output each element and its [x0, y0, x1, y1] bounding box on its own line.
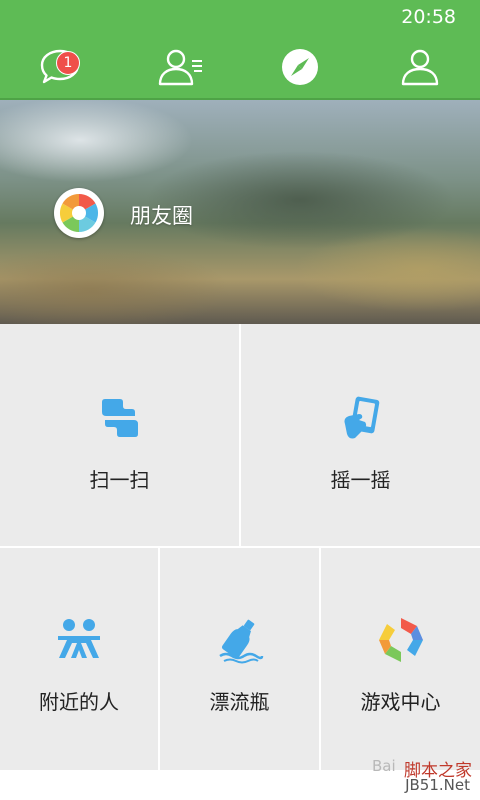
tile-divider [319, 548, 321, 770]
compass-icon [282, 49, 318, 85]
tile-divider [239, 324, 241, 546]
scan-tile[interactable]: 扫一扫 [0, 324, 239, 546]
people-nearby-icon [58, 619, 100, 658]
feature-row-1: 扫一扫 摇一摇 [0, 324, 480, 546]
moments-label: 朋友圈 [130, 204, 193, 228]
profile-icon [401, 49, 439, 86]
tab-discover[interactable] [240, 36, 360, 98]
nearby-tile[interactable]: 附近的人 [0, 548, 158, 770]
shake-label: 摇一摇 [330, 468, 391, 492]
scan-icon [101, 399, 138, 437]
shake-tile[interactable]: 摇一摇 [241, 324, 480, 546]
games-tile[interactable]: 游戏中心 [321, 548, 480, 770]
status-bar: 20:58 [0, 0, 480, 36]
bottle-tile[interactable]: 漂流瓶 [160, 548, 319, 770]
baidu-watermark: Bai [372, 757, 396, 775]
game-center-icon [378, 618, 423, 662]
bottle-label: 漂流瓶 [209, 690, 270, 714]
moments-banner[interactable]: 朋友圈 [0, 100, 480, 324]
games-label: 游戏中心 [360, 690, 441, 714]
tab-me[interactable] [360, 36, 480, 98]
tab-contacts[interactable] [120, 36, 240, 98]
unread-badge: 1 [56, 51, 80, 75]
scan-label: 扫一扫 [89, 468, 150, 492]
status-time: 20:58 [401, 6, 456, 28]
tab-chats[interactable]: 1 [0, 36, 120, 98]
drift-bottle-icon [218, 619, 263, 664]
moments-aperture-icon [54, 188, 104, 238]
nearby-label: 附近的人 [39, 690, 119, 714]
nav-bar: 1 [0, 36, 480, 100]
shake-phone-icon [344, 396, 379, 439]
contacts-icon [158, 49, 202, 86]
tile-divider [158, 548, 160, 770]
site-watermark-en: JB51.Net [405, 776, 470, 794]
feature-row-2: 附近的人 漂流瓶 游戏中心 [0, 548, 480, 770]
